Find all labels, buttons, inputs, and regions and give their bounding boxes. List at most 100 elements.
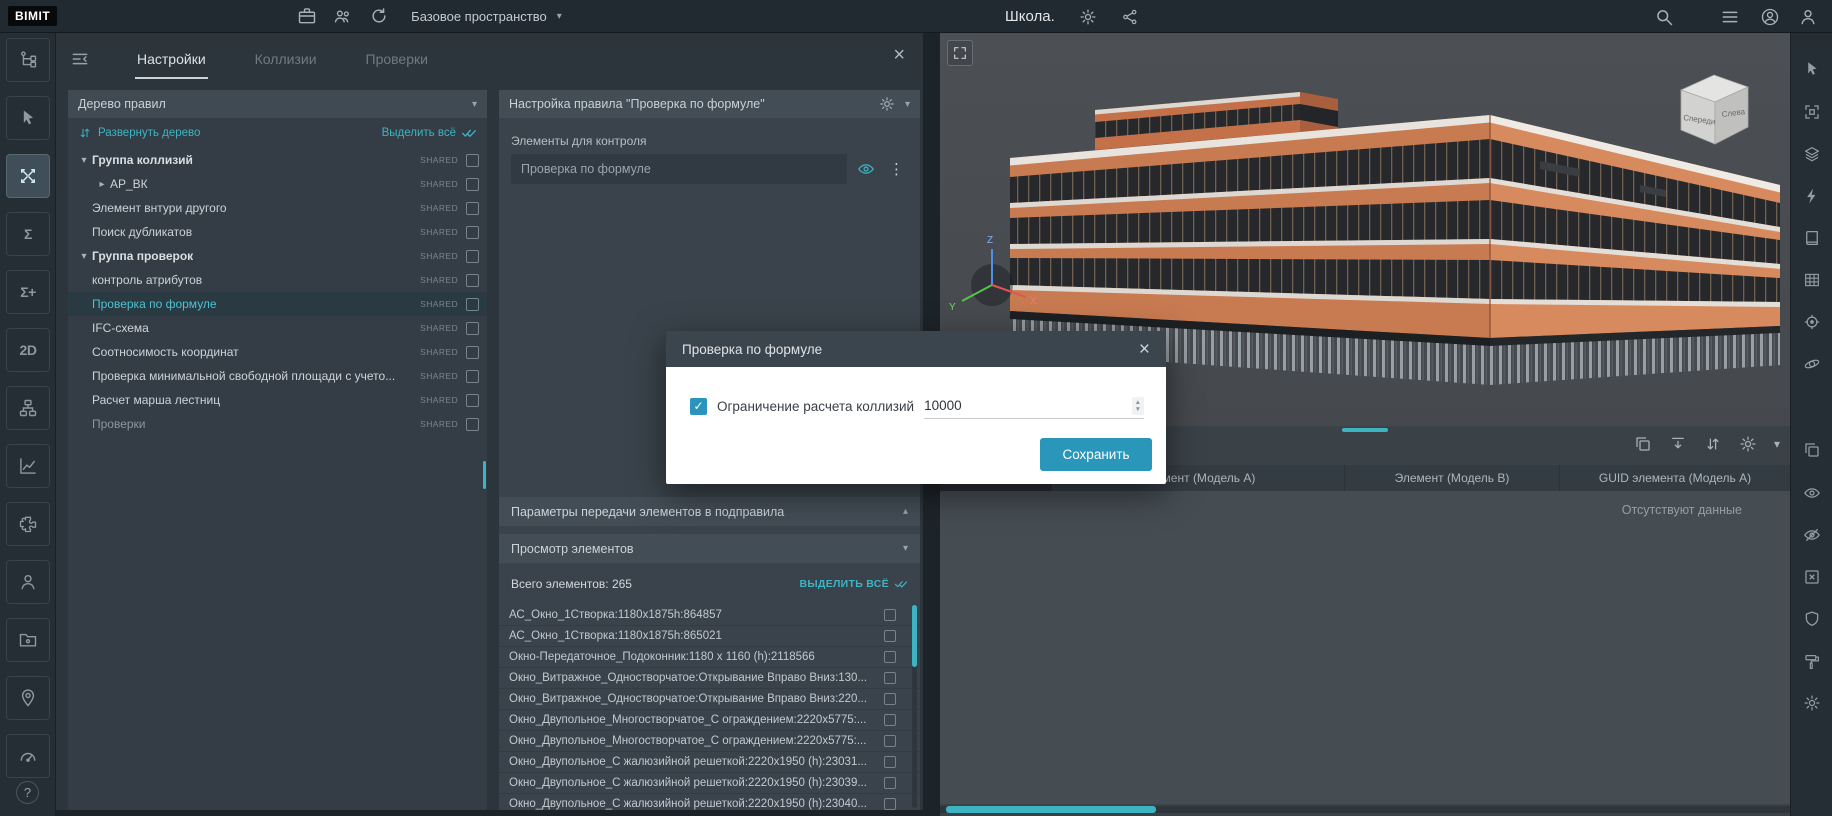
tree-checkbox[interactable] (466, 274, 479, 287)
element-row[interactable]: Окно_Двупольное_Многостворчатое_С огражд… (499, 731, 920, 752)
kebab-menu-icon[interactable]: ⋮ (889, 162, 904, 177)
element-row[interactable]: Окно-Передаточное_Подоконник:1180 х 1160… (499, 647, 920, 668)
tree-item[interactable]: ▸ АР_ВК SHARED (68, 172, 487, 196)
journal-icon[interactable] (1799, 225, 1825, 251)
element-checkbox[interactable] (884, 798, 896, 810)
element-row[interactable]: Окно_Двупольное_С жалюзийной решеткой:22… (499, 773, 920, 794)
tree-checkbox[interactable] (466, 346, 479, 359)
tree-item[interactable]: Соотносимость координат SHARED (68, 340, 487, 364)
paint-icon[interactable] (1799, 649, 1825, 675)
tab-settings[interactable]: Настройки (135, 47, 208, 71)
geo-users-tool[interactable] (6, 676, 50, 720)
search-icon[interactable] (1654, 7, 1674, 27)
element-checkbox[interactable] (884, 735, 896, 747)
view-cube[interactable]: Спереди Слева (1681, 75, 1748, 144)
element-checkbox[interactable] (884, 777, 896, 789)
tab-collisions[interactable]: Коллизии (253, 47, 319, 71)
tree-item[interactable]: Проверки SHARED (68, 412, 487, 436)
view-settings-icon[interactable] (1799, 690, 1825, 716)
collision-limit-input[interactable] (924, 398, 1127, 413)
tree-checkbox[interactable] (466, 154, 479, 167)
element-checkbox[interactable] (884, 609, 896, 621)
sum-tool[interactable]: Σ (6, 212, 50, 256)
grid-icon[interactable] (1799, 267, 1825, 293)
caret-right-icon[interactable]: ▸ (94, 179, 110, 190)
clash-tool[interactable] (6, 154, 50, 198)
tree-item[interactable]: IFC-схема SHARED (68, 316, 487, 340)
account-circle-icon[interactable] (1760, 7, 1780, 27)
tree-checkbox[interactable] (466, 178, 479, 191)
number-spinner[interactable]: ▲ ▼ (1132, 397, 1144, 415)
tree-checkbox[interactable] (466, 418, 479, 431)
tree-checkbox[interactable] (466, 370, 479, 383)
limit-checkbox[interactable]: ✓ (690, 398, 707, 415)
tree-item-selected[interactable]: Проверка по формуле SHARED (68, 292, 487, 316)
save-button[interactable]: Сохранить (1040, 438, 1152, 471)
sort-icon[interactable] (1704, 435, 1722, 453)
dialog-header[interactable]: Проверка по формуле × (666, 331, 1166, 367)
structure-tool[interactable] (6, 386, 50, 430)
hide-element-icon[interactable] (1799, 522, 1825, 548)
select-all-link[interactable]: Выделить всё (382, 125, 477, 141)
dialog-close-icon[interactable]: × (1139, 340, 1150, 359)
help-button[interactable]: ? (16, 781, 39, 804)
tree-checkbox[interactable] (466, 202, 479, 215)
horizontal-scrollbar[interactable] (940, 806, 1790, 813)
column-header-guid[interactable]: GUID элемента (Модель A) (1560, 465, 1790, 491)
collapse-panel-icon[interactable] (70, 49, 90, 69)
element-row[interactable]: Окно_Витражное_Одностворчатое:Открывание… (499, 668, 920, 689)
workspace-selector[interactable]: Базовое пространство ▾ (411, 9, 562, 24)
view-elements-section-bar[interactable]: Просмотр элементов ▾ (499, 534, 920, 563)
profile-icon[interactable] (1798, 7, 1818, 27)
element-row[interactable]: АС_Окно_1Створка:1180х1875h:864857 (499, 605, 920, 626)
preview-eye-icon[interactable] (857, 160, 875, 178)
tree-scrollbar-thumb[interactable] (483, 461, 486, 489)
fullscreen-expand-icon[interactable] (947, 40, 973, 66)
expand-tree-link[interactable]: Развернуть дерево (78, 126, 200, 140)
table-settings-icon[interactable] (1739, 435, 1757, 453)
select-tool[interactable] (6, 96, 50, 140)
tree-checkbox[interactable] (466, 298, 479, 311)
rule-name-field[interactable]: Проверка по формуле (511, 154, 847, 184)
select-icon[interactable] (1799, 56, 1825, 82)
copy-icon[interactable] (1634, 435, 1652, 453)
rule-tree-header[interactable]: Дерево правил ▾ (68, 90, 487, 118)
orbit-icon[interactable] (1799, 351, 1825, 377)
settings-gear-icon[interactable] (1079, 8, 1097, 26)
element-checkbox[interactable] (884, 630, 896, 642)
tree-checkbox[interactable] (466, 250, 479, 263)
select-all-elements-link[interactable]: ВЫДЕЛИТЬ ВСЁ (799, 577, 908, 591)
subrules-section-bar[interactable]: Параметры передачи элементов в подправил… (499, 497, 920, 526)
tree-checkbox[interactable] (466, 226, 479, 239)
plugins-tool[interactable] (6, 502, 50, 546)
tree-item[interactable]: Элемент внтури другого SHARED (68, 196, 487, 220)
rule-settings-header[interactable]: Настройка правила "Проверка по формуле" … (499, 90, 920, 118)
layers-icon[interactable] (1799, 141, 1825, 167)
clash-point-icon[interactable] (1799, 183, 1825, 209)
element-row[interactable]: Окно_Двупольное_С жалюзийной решеткой:22… (499, 752, 920, 773)
caret-down-icon[interactable]: ▾ (76, 155, 92, 166)
tree-item[interactable]: контроль атрибутов SHARED (68, 268, 487, 292)
element-checkbox[interactable] (884, 651, 896, 663)
filter-shield-icon[interactable] (1799, 606, 1825, 632)
element-row[interactable]: АС_Окно_1Створка:1180х1875h:865021 (499, 626, 920, 647)
tree-item[interactable]: Расчет марша лестниц SHARED (68, 388, 487, 412)
tree-item[interactable]: Проверка минимальной свободной площади с… (68, 364, 487, 388)
rule-gear-icon[interactable] (879, 96, 895, 112)
elements-scrollbar[interactable] (912, 605, 917, 808)
users-tool[interactable] (6, 560, 50, 604)
team-icon[interactable] (333, 6, 353, 26)
menu-list-icon[interactable] (1720, 7, 1740, 27)
element-row[interactable]: Окно_Двупольное_С жалюзийной решеткой:22… (499, 794, 920, 810)
element-checkbox[interactable] (884, 672, 896, 684)
horizontal-scrollbar-thumb[interactable] (946, 806, 1156, 813)
case-icon[interactable] (297, 6, 317, 26)
spinner-up-icon[interactable]: ▲ (1135, 399, 1141, 406)
plan-2d-tool[interactable]: 2D (6, 328, 50, 372)
tree-item[interactable]: ▾ Группа проверок SHARED (68, 244, 487, 268)
tree-item[interactable]: Поиск дубликатов SHARED (68, 220, 487, 244)
shared-folders-tool[interactable] (6, 618, 50, 662)
copy-view-icon[interactable] (1799, 437, 1825, 463)
dashboard-tool[interactable] (6, 734, 50, 778)
sum-plus-tool[interactable]: Σ+ (6, 270, 50, 314)
